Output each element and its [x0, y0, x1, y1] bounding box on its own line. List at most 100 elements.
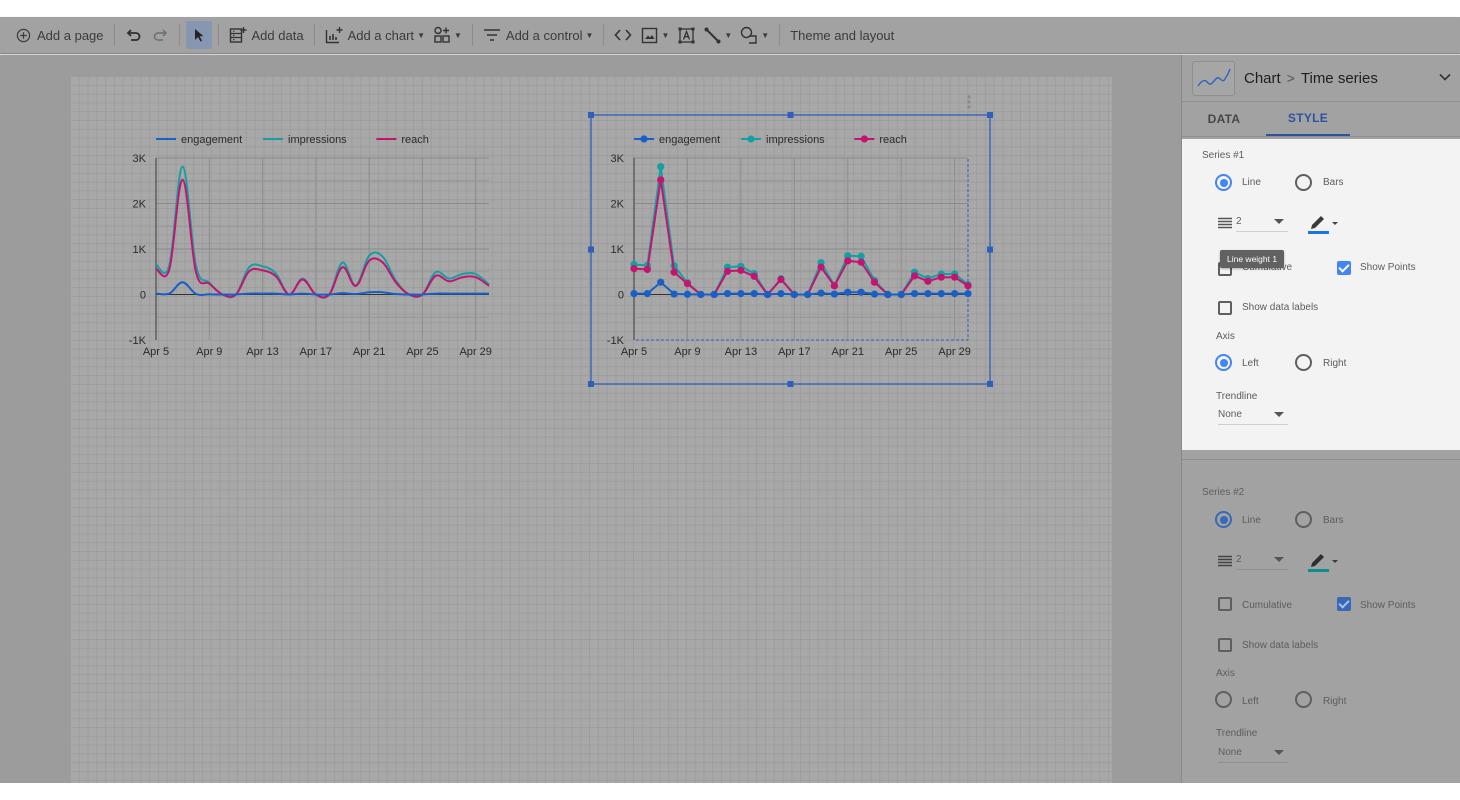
chart-type-thumbnail[interactable] [1192, 60, 1235, 96]
data-point-engagement[interactable] [910, 289, 919, 298]
x-tick-label: Apr 17 [778, 346, 810, 358]
time-series-chart-selected[interactable]: 3K2K1K0-1KApr 5 Apr 9 Apr 13 Apr 17 Apr 21 Ap… [588, 95, 993, 387]
data-point-reach[interactable] [657, 176, 665, 184]
data-point-engagement[interactable] [657, 278, 665, 286]
data-point-reach[interactable] [670, 268, 678, 276]
data-point-engagement[interactable] [817, 289, 825, 297]
data-point-reach[interactable] [910, 272, 919, 280]
data-point-reach[interactable] [777, 275, 785, 284]
data-point-engagement[interactable] [764, 290, 772, 299]
legend-item-reach[interactable]: reach [376, 134, 429, 146]
data-point-engagement[interactable] [790, 290, 798, 299]
series-2-bars-radio[interactable] [1295, 511, 1312, 528]
resize-handle[interactable] [588, 246, 594, 253]
series-2-line-color-button[interactable] [1308, 552, 1342, 574]
series-1-trendline-select[interactable]: None [1218, 405, 1288, 425]
resize-handle[interactable] [787, 112, 794, 118]
data-point-reach[interactable] [870, 278, 879, 286]
data-point-engagement[interactable] [870, 290, 879, 298]
series-2-show-points-checkbox[interactable] [1337, 597, 1351, 611]
legend-item-reach[interactable]: reach [854, 134, 907, 146]
data-point-engagement[interactable] [710, 290, 718, 299]
data-point-engagement[interactable] [630, 289, 638, 298]
series-1-show-points-checkbox[interactable] [1337, 261, 1351, 275]
dropdown-caret-icon [1274, 219, 1284, 224]
legend-item-impressions[interactable]: impressions [741, 134, 825, 146]
pencil-color-icon [1308, 216, 1338, 234]
resize-handle[interactable] [987, 381, 993, 387]
data-point-engagement[interactable] [737, 289, 745, 298]
series-1-line-color-button[interactable] [1308, 214, 1342, 236]
data-point-engagement[interactable] [884, 290, 892, 299]
series-2-cumulative-checkbox[interactable] [1218, 597, 1232, 611]
data-point-reach[interactable] [737, 266, 745, 274]
data-point-reach[interactable] [630, 264, 638, 273]
legend-item-engagement[interactable]: engagement [156, 134, 242, 146]
data-point-engagement[interactable] [670, 290, 678, 298]
data-point-reach[interactable] [750, 272, 758, 280]
series-2-axis-left-radio[interactable] [1215, 691, 1232, 708]
legend-marker [860, 135, 869, 143]
data-point-reach[interactable] [643, 265, 651, 274]
data-point-reach[interactable] [924, 277, 932, 285]
more-options-icon[interactable] [967, 95, 971, 109]
time-series-chart-smooth[interactable]: 3K2K1K0-1KApr 5 Apr 9 Apr 13 Apr 17 Apr 21 Ap… [129, 134, 492, 358]
series-1-line-weight-select[interactable]: 2 [1236, 212, 1288, 232]
tab-data[interactable]: DATA [1182, 102, 1266, 136]
data-point-engagement[interactable] [951, 289, 959, 298]
data-point-reach[interactable] [817, 263, 825, 271]
series-impressions[interactable] [155, 165, 490, 299]
series-2-trendline-select[interactable]: None [1218, 743, 1288, 763]
data-point-reach[interactable] [844, 257, 852, 265]
resize-handle[interactable] [588, 112, 594, 118]
x-tick-label: Apr 17 [300, 346, 332, 358]
series-2-axis-right-radio[interactable] [1295, 691, 1312, 708]
data-point-impressions[interactable] [657, 163, 665, 171]
series-1-bars-radio[interactable] [1295, 174, 1312, 191]
resize-handle[interactable] [987, 112, 993, 118]
data-point-reach[interactable] [937, 273, 945, 281]
chevron-down-icon[interactable] [1437, 69, 1453, 90]
data-point-reach[interactable] [683, 279, 692, 288]
data-point-reach[interactable] [964, 282, 972, 290]
data-point-engagement[interactable] [844, 288, 852, 296]
series-reach[interactable] [155, 178, 490, 299]
series-line-reach [155, 178, 490, 299]
data-point-engagement[interactable] [857, 288, 865, 296]
data-point-engagement[interactable] [830, 290, 839, 298]
legend-item-engagement[interactable]: engagement [634, 134, 720, 146]
data-point-engagement[interactable] [723, 289, 732, 298]
resize-handle[interactable] [787, 381, 794, 387]
data-point-engagement[interactable] [964, 289, 972, 298]
data-point-reach[interactable] [830, 282, 839, 290]
data-point-engagement[interactable] [804, 290, 812, 299]
series-2-line-weight-select[interactable]: 2 [1236, 550, 1288, 570]
series-2-show-data-labels-checkbox[interactable] [1218, 638, 1232, 652]
series-1-axis-left-radio[interactable] [1215, 354, 1232, 371]
dropdown-caret-icon [1274, 412, 1284, 417]
data-point-engagement[interactable] [937, 289, 945, 298]
resize-handle[interactable] [987, 246, 993, 253]
series-2-card: Series #2 Line Bars 2 Cumulative Show Po… [1182, 459, 1460, 783]
series-engagement[interactable] [155, 281, 489, 297]
tab-style[interactable]: STYLE [1266, 102, 1350, 136]
data-point-engagement[interactable] [897, 290, 905, 299]
resize-handle[interactable] [588, 381, 594, 387]
series-1-trendline-value: None [1218, 409, 1242, 420]
series-engagement[interactable] [630, 278, 972, 299]
data-point-reach[interactable] [951, 273, 959, 281]
data-point-engagement[interactable] [777, 289, 785, 298]
data-point-engagement[interactable] [697, 290, 705, 299]
data-point-reach[interactable] [857, 258, 865, 266]
data-point-engagement[interactable] [924, 289, 932, 298]
data-point-engagement[interactable] [683, 290, 692, 298]
series-2-line-radio[interactable] [1215, 511, 1232, 528]
data-point-engagement[interactable] [643, 289, 651, 298]
series-1-show-data-labels-checkbox[interactable] [1218, 301, 1232, 315]
series-1-axis-right-radio[interactable] [1295, 354, 1312, 371]
series-reach[interactable] [630, 176, 972, 299]
data-point-engagement[interactable] [750, 289, 758, 298]
data-point-reach[interactable] [723, 267, 732, 275]
series-1-line-radio[interactable] [1215, 174, 1232, 191]
legend-item-impressions[interactable]: impressions [263, 134, 347, 146]
